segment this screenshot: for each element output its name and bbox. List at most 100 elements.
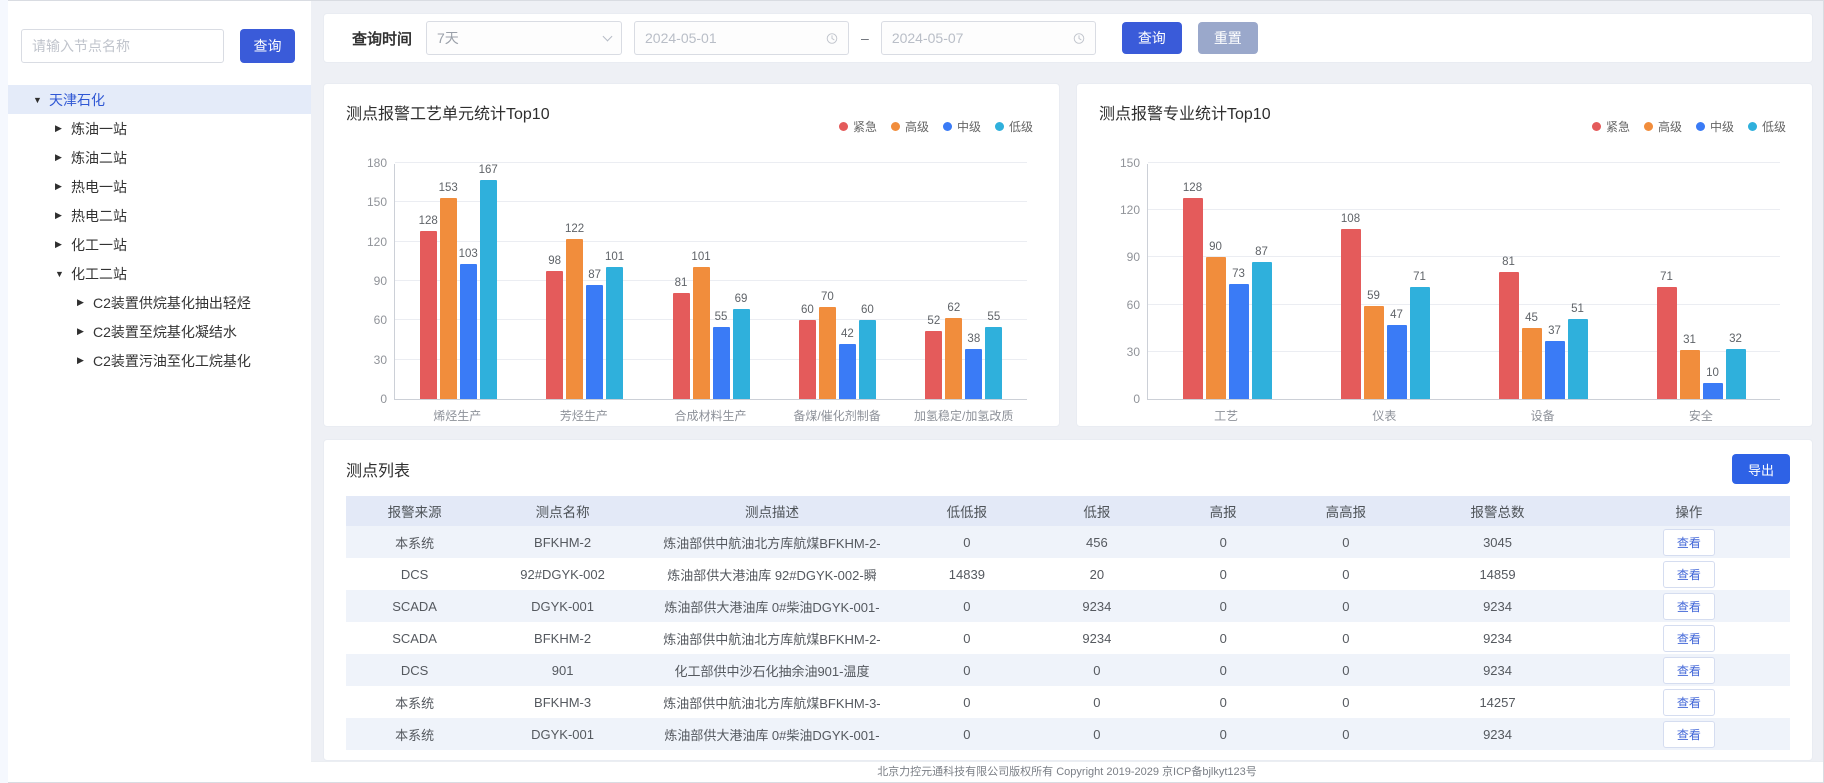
table-cell: 0 — [902, 590, 1032, 622]
bar: 101 — [693, 267, 710, 399]
unit-alarm-chart-card: 测点报警工艺单元统计Top10 紧急高级中级低级 030609012015018… — [323, 83, 1060, 427]
tree-item[interactable]: ▼化工二站 — [1, 259, 311, 288]
table-cell: 0 — [1285, 558, 1408, 590]
legend-item[interactable]: 低级 — [995, 118, 1033, 135]
tree-item[interactable]: ▶热电二站 — [1, 201, 311, 230]
table-cell: 14839 — [902, 558, 1032, 590]
bar-groups: 1289073871085947718145375171311032 — [1148, 164, 1780, 399]
tree-item[interactable]: ▶C2装置污油至化工烷基化 — [1, 346, 311, 375]
table-header-cell: 低低报 — [902, 496, 1032, 526]
table-cell: 0 — [1032, 654, 1162, 686]
copyright-footer: 北京力控元通科技有限公司版权所有 Copyright 2019-2029 京IC… — [311, 761, 1823, 782]
tree-item-label: 天津石化 — [49, 90, 105, 110]
tree-item[interactable]: ▶C2装置至烷基化凝结水 — [1, 317, 311, 346]
caret-right-icon[interactable]: ▶ — [77, 326, 93, 337]
start-date-picker[interactable] — [634, 21, 849, 55]
caret-right-icon[interactable]: ▶ — [55, 123, 71, 134]
caret-right-icon[interactable]: ▶ — [55, 152, 71, 163]
legend-label: 中级 — [957, 118, 981, 135]
table-cell: 本系统 — [346, 686, 483, 718]
view-button[interactable]: 查看 — [1663, 657, 1715, 684]
node-search-button[interactable]: 查询 — [240, 29, 295, 63]
legend-item[interactable]: 高级 — [891, 118, 929, 135]
y-axis-tick-label: 60 — [349, 313, 387, 327]
table-cell: SCADA — [346, 590, 483, 622]
view-button[interactable]: 查看 — [1663, 689, 1715, 716]
caret-right-icon[interactable]: ▶ — [55, 210, 71, 221]
query-time-label: 查询时间 — [352, 28, 412, 49]
tree-item[interactable]: ▶C2装置供烷基化抽出轻烃 — [1, 288, 311, 317]
date-range-separator: – — [861, 30, 869, 46]
legend-item[interactable]: 低级 — [1748, 118, 1786, 135]
view-button[interactable]: 查看 — [1663, 561, 1715, 588]
tree-item-label: C2装置至烷基化凝结水 — [93, 322, 237, 342]
table-cell: BFKHM-2 — [483, 526, 642, 558]
legend-item[interactable]: 紧急 — [839, 118, 877, 135]
specialty-alarm-chart-card: 测点报警专业统计Top10 紧急高级中级低级 03060901201501289… — [1076, 83, 1813, 427]
bar: 60 — [799, 320, 816, 399]
query-button[interactable]: 查询 — [1122, 22, 1182, 54]
table-cell: 0 — [1162, 590, 1285, 622]
node-sidebar: 查询 ▼天津石化▶炼油一站▶炼油二站▶热电一站▶热电二站▶化工一站▼化工二站▶C… — [1, 1, 311, 782]
main-content: 查询时间 7天 – 查询 重置 — [311, 1, 1823, 782]
tree-item[interactable]: ▼天津石化 — [1, 85, 311, 114]
tree-item[interactable]: ▶炼油一站 — [1, 114, 311, 143]
y-axis-tick-label: 30 — [1102, 345, 1140, 359]
bar: 10 — [1703, 383, 1723, 399]
tree-item[interactable]: ▶热电一站 — [1, 172, 311, 201]
end-date-picker[interactable] — [881, 21, 1096, 55]
caret-right-icon[interactable]: ▶ — [77, 297, 93, 308]
legend-label: 高级 — [1658, 118, 1682, 135]
time-range-select[interactable]: 7天 — [426, 21, 622, 55]
chart-legend: 紧急 高级中级低级 — [1592, 118, 1786, 135]
tree-item[interactable]: ▶炼油二站 — [1, 143, 311, 172]
caret-right-icon[interactable]: ▶ — [77, 355, 93, 366]
caret-right-icon[interactable]: ▶ — [55, 181, 71, 192]
legend-item[interactable]: 中级 — [1696, 118, 1734, 135]
tree-item-label: 化工二站 — [71, 264, 127, 284]
legend-item[interactable]: 高级 — [1644, 118, 1682, 135]
view-button[interactable]: 查看 — [1663, 721, 1715, 748]
tree-item[interactable]: ▶化工一站 — [1, 230, 311, 259]
point-table: 报警来源测点名称测点描述低低报低报高报高高报报警总数操作 本系统BFKHM-2炼… — [346, 496, 1790, 750]
table-cell: 0 — [1162, 654, 1285, 686]
legend-dot-icon — [1644, 122, 1653, 131]
y-axis-tick-label: 90 — [349, 274, 387, 288]
bar: 55 — [713, 327, 730, 399]
table-cell: 0 — [1032, 686, 1162, 718]
bar: 42 — [839, 344, 856, 399]
bar: 128 — [1183, 198, 1203, 399]
view-button[interactable]: 查看 — [1663, 593, 1715, 620]
legend-item[interactable]: 中级 — [943, 118, 981, 135]
table-action-cell: 查看 — [1588, 526, 1790, 558]
table-row: 本系统BFKHM-3炼油部供中航油北方库航煤BFKHM-3-000014257查… — [346, 686, 1790, 718]
chart-plot: 0306090120150180128153103167981228710181… — [394, 164, 1027, 400]
gridline — [1148, 162, 1780, 163]
caret-down-icon[interactable]: ▼ — [55, 269, 71, 279]
clock-icon — [1073, 31, 1085, 46]
legend-label: 紧急 — [1606, 118, 1630, 135]
caret-right-icon[interactable]: ▶ — [55, 239, 71, 250]
reset-button[interactable]: 重置 — [1198, 22, 1258, 54]
table-cell: 0 — [1162, 526, 1285, 558]
tree-item-label: C2装置污油至化工烷基化 — [93, 351, 251, 371]
end-date-input[interactable] — [892, 30, 1073, 46]
table-header-cell: 报警总数 — [1407, 496, 1588, 526]
start-date-input[interactable] — [645, 30, 826, 46]
view-button[interactable]: 查看 — [1663, 529, 1715, 556]
node-search-input[interactable] — [21, 29, 224, 63]
bar-value-label: 167 — [479, 164, 498, 176]
bar-value-label: 153 — [439, 182, 458, 194]
view-button[interactable]: 查看 — [1663, 625, 1715, 652]
bar-value-label: 32 — [1729, 333, 1742, 345]
caret-down-icon[interactable]: ▼ — [33, 95, 49, 105]
bar-value-label: 81 — [675, 277, 688, 289]
bar-value-label: 98 — [548, 255, 561, 267]
bar: 153 — [440, 198, 457, 399]
bar-chart: 0306090120150128907387108594771814537517… — [1147, 164, 1780, 424]
bar-group: 52623855 — [901, 164, 1027, 399]
legend-item[interactable]: 紧急 — [1592, 118, 1630, 135]
export-button[interactable]: 导出 — [1732, 454, 1790, 484]
bar-value-label: 60 — [861, 304, 874, 316]
bar: 45 — [1522, 328, 1542, 399]
